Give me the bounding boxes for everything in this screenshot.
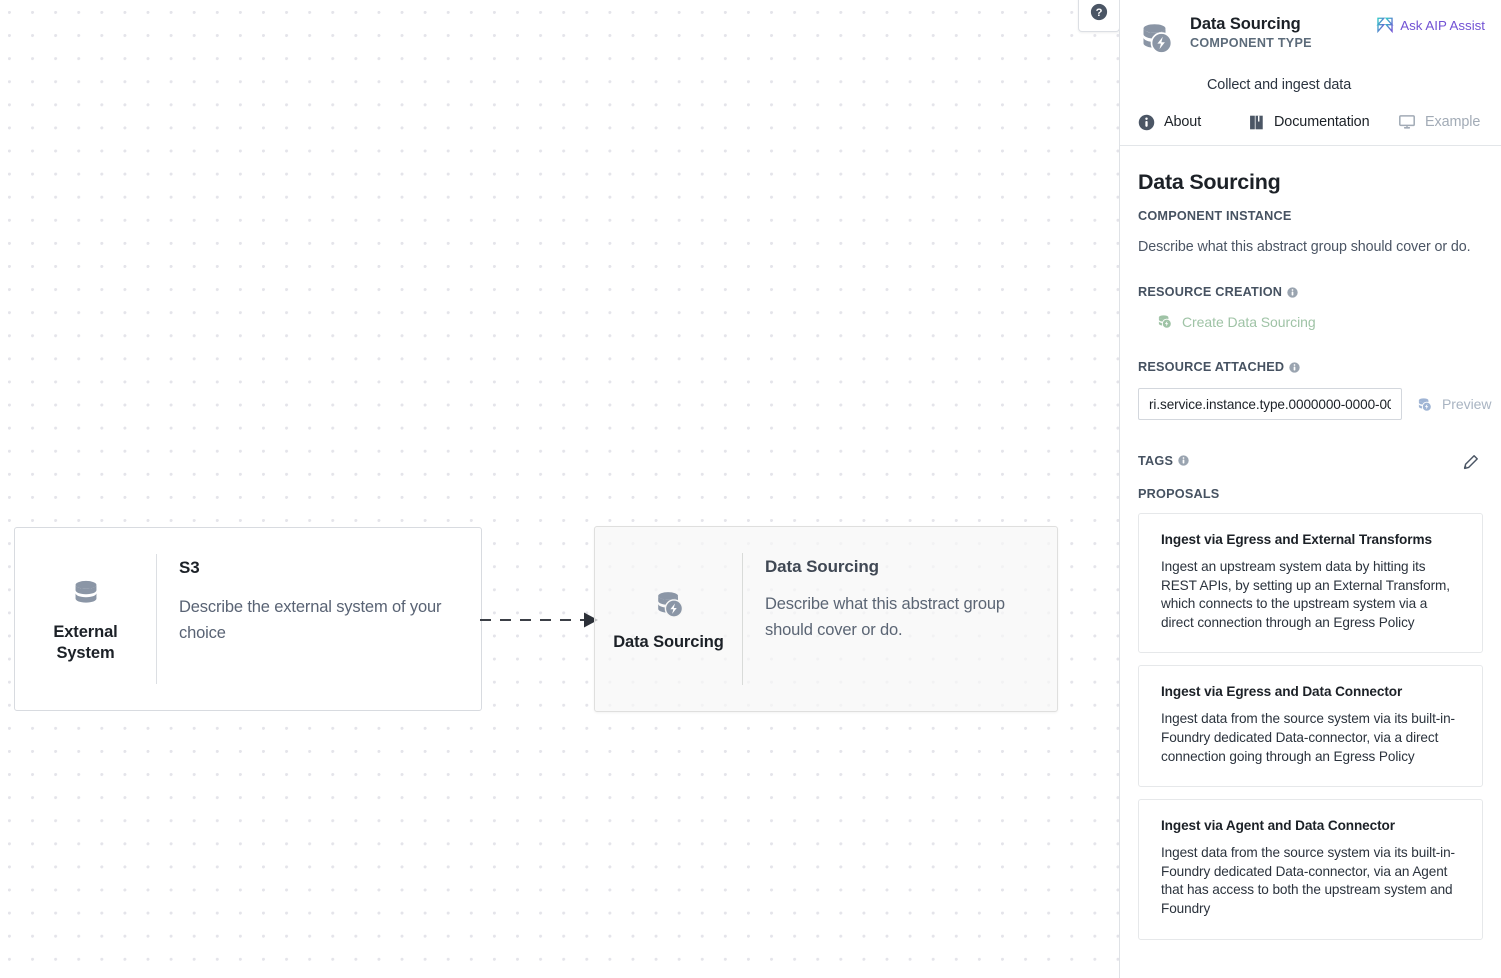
node-detail-block: S3 Describe the external system of your … bbox=[157, 528, 481, 710]
proposal-description: Ingest data from the source system via i… bbox=[1161, 711, 1455, 764]
app-root: ? External System S3 Describe the extern… bbox=[0, 0, 1501, 978]
pencil-icon[interactable] bbox=[1462, 454, 1479, 471]
panel-title: Data Sourcing bbox=[1190, 15, 1301, 33]
proposals-label-text: PROPOSALS bbox=[1138, 487, 1220, 501]
database-bolt-icon bbox=[1143, 24, 1173, 54]
panel-body: Data Sourcing COMPONENT INSTANCE Describ… bbox=[1120, 146, 1501, 940]
svg-text:?: ? bbox=[1096, 7, 1103, 19]
tags-label: TAGS bbox=[1138, 454, 1189, 468]
proposal-description: Ingest an upstream system data by hittin… bbox=[1161, 559, 1450, 630]
node-external-system[interactable]: External System S3 Describe the external… bbox=[14, 527, 482, 711]
database-bolt-icon bbox=[1418, 397, 1432, 412]
proposals-list: Ingest via Egress and External Transform… bbox=[1138, 513, 1483, 940]
node-category-block: External System bbox=[15, 528, 156, 710]
tab-example[interactable]: Example bbox=[1398, 113, 1480, 131]
details-panel: Data Sourcing COMPONENT TYPE Ask AIP Ass… bbox=[1119, 0, 1501, 978]
info-icon[interactable] bbox=[1178, 455, 1189, 466]
resource-creation-label: RESOURCE CREATION bbox=[1138, 285, 1483, 299]
aip-hourglass-icon bbox=[1376, 17, 1394, 34]
book-icon bbox=[1250, 115, 1263, 129]
panel-header: Data Sourcing COMPONENT TYPE Ask AIP Ass… bbox=[1120, 0, 1501, 93]
preview-label: Preview bbox=[1442, 396, 1492, 412]
proposals-section: PROPOSALS Ingest via Egress and External… bbox=[1138, 487, 1483, 940]
node-category-block: Data Sourcing bbox=[595, 527, 742, 711]
tab-documentation[interactable]: Documentation bbox=[1248, 114, 1398, 131]
instance-heading: Data Sourcing bbox=[1138, 170, 1281, 194]
database-bolt-icon bbox=[657, 591, 683, 618]
resource-rid-input[interactable] bbox=[1138, 388, 1402, 420]
tags-label-text: TAGS bbox=[1138, 453, 1174, 468]
node-category-label: External System bbox=[53, 623, 118, 662]
tab-about[interactable]: About bbox=[1138, 114, 1248, 131]
proposal-title: Ingest via Agent and Data Connector bbox=[1161, 818, 1395, 834]
resource-attached-label: RESOURCE ATTACHED bbox=[1138, 360, 1483, 374]
ask-aip-assist-button[interactable]: Ask AIP Assist bbox=[1376, 16, 1485, 34]
info-circle-icon bbox=[1138, 114, 1155, 130]
info-icon[interactable] bbox=[1287, 286, 1298, 298]
tab-about-label: About bbox=[1164, 114, 1202, 130]
proposal-title: Ingest via Egress and Data Connector bbox=[1161, 684, 1403, 700]
proposal-description: Ingest data from the source system via i… bbox=[1161, 845, 1455, 917]
help-button[interactable]: ? bbox=[1078, 0, 1119, 32]
tags-section: TAGS bbox=[1138, 450, 1483, 471]
preview-button[interactable]: Preview bbox=[1416, 396, 1492, 413]
panel-subtitle: COMPONENT TYPE bbox=[1190, 35, 1312, 50]
panel-tagline: Collect and ingest data bbox=[1207, 77, 1352, 93]
node-description: Describe what this abstract group should… bbox=[765, 595, 1005, 640]
node-title: S3 bbox=[179, 558, 200, 577]
node-category-label: Data Sourcing bbox=[613, 632, 724, 651]
panel-header-icon-wrap bbox=[1136, 18, 1176, 63]
node-detail-block: Data Sourcing Describe what this abstrac… bbox=[743, 527, 1057, 711]
component-instance-label: COMPONENT INSTANCE bbox=[1138, 209, 1483, 223]
resource-creation-section: RESOURCE CREATION Create Data Sourcing bbox=[1138, 285, 1483, 330]
tab-example-label: Example bbox=[1425, 114, 1481, 130]
monitor-icon bbox=[1399, 115, 1415, 129]
resource-attached-section: RESOURCE ATTACHED ri.service.instance.ty… bbox=[1138, 360, 1492, 420]
proposal-card[interactable]: Ingest via Agent and Data Connector Inge… bbox=[1138, 799, 1483, 940]
create-data-sourcing-label: Create Data Sourcing bbox=[1182, 313, 1316, 330]
node-data-sourcing[interactable]: Data Sourcing Data Sourcing Describe wha… bbox=[594, 526, 1058, 712]
instance-description: Describe what this abstract group should… bbox=[1138, 239, 1471, 255]
edge-connector[interactable] bbox=[480, 600, 600, 640]
node-title: Data Sourcing bbox=[765, 557, 879, 576]
ask-aip-assist-label: Ask AIP Assist bbox=[1400, 17, 1485, 33]
component-instance-label-text: COMPONENT INSTANCE bbox=[1138, 209, 1292, 223]
help-circle-icon: ? bbox=[1090, 3, 1108, 21]
tab-documentation-label: Documentation bbox=[1274, 114, 1370, 130]
proposals-label: PROPOSALS bbox=[1138, 487, 1483, 501]
panel-tabs: About Documentation Example bbox=[1120, 113, 1501, 146]
proposal-card[interactable]: Ingest via Egress and External Transform… bbox=[1138, 513, 1483, 654]
database-bolt-icon bbox=[1158, 315, 1172, 329]
proposal-card[interactable]: Ingest via Egress and Data Connector Ing… bbox=[1138, 665, 1483, 788]
database-icon bbox=[75, 581, 96, 603]
diagram-canvas[interactable]: ? External System S3 Describe the extern… bbox=[0, 0, 1119, 978]
resource-creation-label-text: RESOURCE CREATION bbox=[1138, 285, 1283, 299]
node-description: Describe the external system of your cho… bbox=[179, 598, 442, 643]
info-icon[interactable] bbox=[1289, 361, 1300, 373]
proposal-title: Ingest via Egress and External Transform… bbox=[1161, 532, 1432, 547]
resource-attached-label-text: RESOURCE ATTACHED bbox=[1138, 360, 1285, 374]
create-data-sourcing-button[interactable]: Create Data Sourcing bbox=[1156, 313, 1483, 330]
